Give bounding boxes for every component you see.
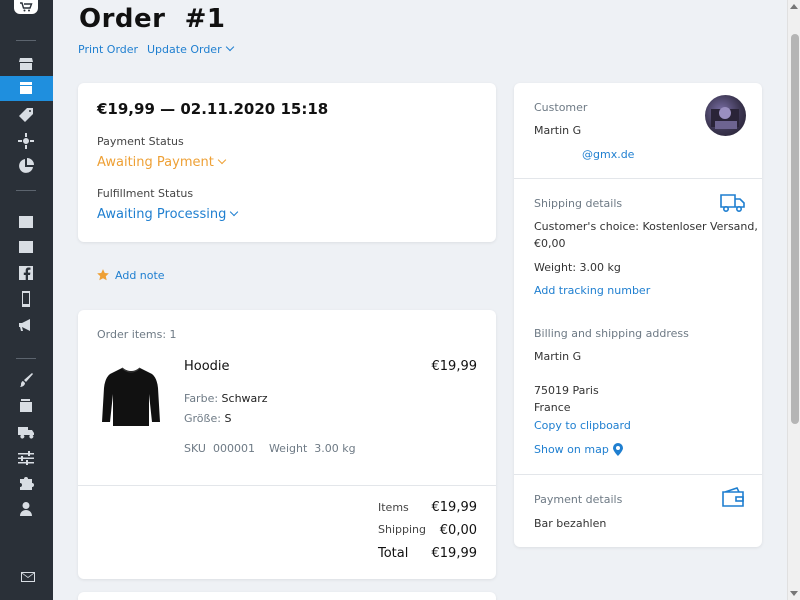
- update-order-label: Update Order: [147, 43, 222, 56]
- address-country: France: [534, 401, 571, 414]
- order-summary-card: €19,99 — 02.11.2020 15:18 Payment Status…: [78, 83, 496, 242]
- payment-method: Bar bezahlen: [534, 517, 607, 530]
- puzzle-icon[interactable]: [17, 474, 35, 492]
- address-name: Martin G: [534, 350, 582, 363]
- wallet-icon: [722, 487, 744, 511]
- avatar: [705, 95, 746, 136]
- tag-icon[interactable]: [17, 106, 35, 124]
- truck-icon[interactable]: [17, 423, 35, 441]
- customer-name: Martin G: [534, 124, 582, 137]
- truck-icon: [720, 193, 746, 217]
- show-on-map-link[interactable]: Show on map: [534, 443, 623, 456]
- envelope-icon[interactable]: [19, 568, 37, 586]
- items-divider: [78, 485, 496, 486]
- crosshair-icon[interactable]: [17, 132, 35, 150]
- order-details-sidebar-card: Customer Martin G @gmx.de Shipping detai…: [514, 83, 762, 547]
- show-on-map-label: Show on map: [534, 443, 609, 456]
- order-total-date: €19,99 — 02.11.2020 15:18: [97, 100, 329, 118]
- add-note-button[interactable]: Add note: [96, 268, 165, 282]
- facebook-icon[interactable]: [17, 264, 35, 282]
- pie-chart-icon[interactable]: [17, 157, 35, 175]
- sidebar: [0, 0, 53, 600]
- next-card: [78, 592, 496, 600]
- chevron-down-icon: [225, 42, 234, 52]
- shipping-details-label: Shipping details: [534, 197, 623, 210]
- weight-label: Weight: [268, 442, 308, 455]
- fulfillment-status-dropdown[interactable]: Awaiting Processing: [97, 207, 239, 222]
- avatar-image: [711, 107, 739, 129]
- add-tracking-number-link[interactable]: Add tracking number: [534, 284, 650, 297]
- user-icon[interactable]: [17, 500, 35, 518]
- product-color-value: Schwarz: [221, 392, 268, 405]
- update-order-dropdown[interactable]: Update Order: [147, 42, 234, 56]
- scroll-up-icon[interactable]: [790, 4, 798, 9]
- page-title: Order #1: [79, 4, 226, 34]
- shipping-choice: Customer's choice: Kostenloser Versand,: [534, 220, 758, 233]
- items-subtotal-value: €19,99: [431, 500, 478, 515]
- product-image[interactable]: [102, 364, 160, 428]
- fulfillment-status-value: Awaiting Processing: [97, 207, 227, 222]
- fulfillment-status-label: Fulfillment Status: [97, 187, 194, 200]
- scrollbar[interactable]: [787, 0, 800, 600]
- product-price: €19,99: [431, 359, 478, 374]
- star-icon: [97, 269, 109, 281]
- grand-total-label: Total: [378, 546, 409, 561]
- payment-status-label: Payment Status: [97, 135, 184, 148]
- map-pin-icon: [612, 443, 623, 456]
- order-items-count: Order items: 1: [97, 328, 177, 341]
- product-sku-weight: SKU 000001 Weight 3.00 kg: [184, 442, 356, 455]
- product-name[interactable]: Hoodie: [184, 359, 230, 374]
- chevron-down-icon: [217, 155, 227, 165]
- wallet-icon[interactable]: [17, 397, 35, 415]
- section-divider: [514, 474, 762, 475]
- storefront-icon[interactable]: [17, 213, 35, 231]
- scroll-thumb[interactable]: [791, 34, 799, 424]
- copy-to-clipboard-link[interactable]: Copy to clipboard: [534, 419, 631, 432]
- shop-logo-icon[interactable]: [14, 0, 38, 14]
- address-city: 75019 Paris: [534, 384, 599, 397]
- items-subtotal-label: Items: [378, 501, 409, 514]
- brush-icon[interactable]: [17, 371, 35, 389]
- shipping-weight: Weight: 3.00 kg: [534, 261, 621, 274]
- sidebar-divider: [16, 190, 36, 191]
- product-size-label: Größe:: [184, 412, 221, 425]
- payment-status-value: Awaiting Payment: [97, 155, 214, 170]
- address-label: Billing and shipping address: [534, 327, 689, 340]
- add-note-label: Add note: [115, 268, 165, 282]
- shipping-cost-value: €0,00: [439, 523, 477, 538]
- payment-status-dropdown[interactable]: Awaiting Payment: [97, 155, 227, 170]
- sliders-icon[interactable]: [17, 449, 35, 467]
- order-items-card: Order items: 1 Hoodie €19,99 Farbe: Schw…: [78, 310, 496, 579]
- product-color-label: Farbe:: [184, 392, 219, 405]
- payment-details-label: Payment details: [534, 493, 623, 506]
- shipping-cost-label: Shipping: [378, 523, 426, 536]
- store-icon[interactable]: [17, 55, 35, 73]
- sidebar-divider: [16, 40, 36, 41]
- megaphone-icon[interactable]: [17, 316, 35, 334]
- product-color: Farbe: Schwarz: [184, 392, 268, 405]
- sidebar-divider: [16, 358, 36, 359]
- shipping-choice-cost: €0,00: [534, 237, 566, 250]
- customer-label: Customer: [534, 101, 588, 114]
- mobile-icon[interactable]: [17, 290, 35, 308]
- product-size: Größe: S: [184, 412, 231, 425]
- scroll-down-icon[interactable]: [790, 591, 798, 596]
- chevron-down-icon: [230, 207, 239, 217]
- sku-value: 000001: [212, 442, 255, 455]
- product-size-value: S: [224, 412, 232, 425]
- customer-email[interactable]: @gmx.de: [582, 148, 634, 161]
- browser-icon[interactable]: [17, 238, 35, 256]
- section-divider: [514, 178, 762, 179]
- sidebar-item-orders[interactable]: [0, 76, 53, 101]
- sku-label: SKU: [184, 442, 206, 455]
- print-order-link[interactable]: Print Order: [78, 43, 138, 56]
- weight-value: 3.00 kg: [314, 442, 356, 455]
- grand-total-value: €19,99: [431, 546, 478, 561]
- orders-icon: [17, 79, 35, 97]
